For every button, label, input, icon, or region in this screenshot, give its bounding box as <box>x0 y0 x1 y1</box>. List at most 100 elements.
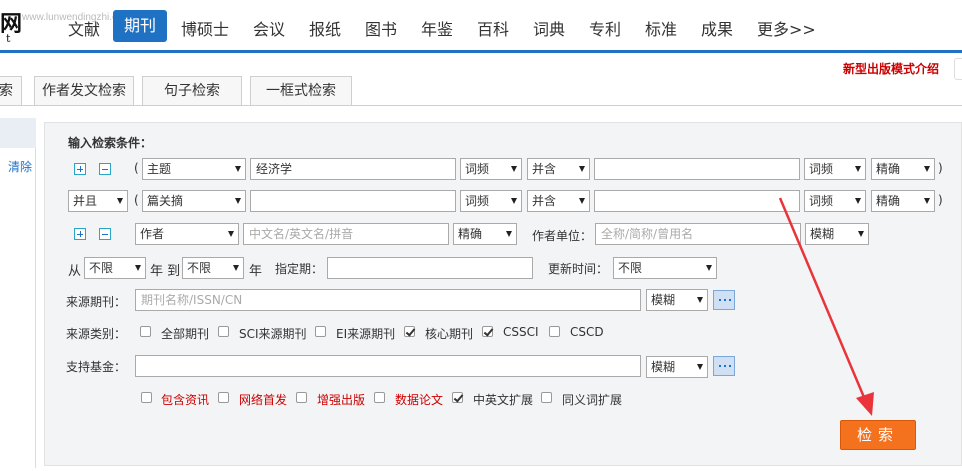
paren-close: ) <box>938 161 943 175</box>
keyword-input-1b[interactable] <box>594 158 800 180</box>
remove-row-icon[interactable] <box>99 163 111 175</box>
form-title: 输入检索条件： <box>68 136 153 150</box>
freq-select-2a[interactable]: 词频 <box>460 190 522 212</box>
field-select-1[interactable]: 主题 <box>142 158 246 180</box>
update-time-select-value: 不限 <box>618 261 643 275</box>
chevron-down-icon <box>135 265 141 271</box>
search-button[interactable]: 检索 <box>840 420 916 450</box>
keyword-input-2[interactable] <box>250 190 456 212</box>
author-unit-match-select[interactable]: 模糊 <box>805 223 869 245</box>
from-label: 从 <box>68 264 82 279</box>
category-checkbox-core[interactable] <box>404 326 415 337</box>
match-select-2[interactable]: 精确 <box>871 190 935 212</box>
update-time-select[interactable]: 不限 <box>613 257 717 279</box>
add-author-row-icon[interactable] <box>74 228 86 240</box>
nav-item-qikan-active[interactable]: 期刊 <box>113 10 167 42</box>
freq-select-1a-value: 词频 <box>465 162 490 176</box>
category-label-all: 全部期刊 <box>161 327 210 341</box>
operator-select-1-value: 并含 <box>532 162 557 176</box>
source-journal-match-select[interactable]: 模糊 <box>646 289 708 311</box>
tab-one-box-search[interactable]: 一框式检索 <box>250 76 352 106</box>
year-to-select-value: 不限 <box>187 261 212 275</box>
option-checkbox-online-first[interactable] <box>218 392 229 403</box>
operator-select-2[interactable]: 并含 <box>527 190 590 212</box>
keyword-input-2b[interactable] <box>594 190 800 212</box>
add-row-icon[interactable] <box>74 163 86 175</box>
option-label-cn-en: 中英文扩展 <box>473 393 534 407</box>
paren-open: ( <box>134 193 139 207</box>
nav-item-zhuanli[interactable]: 专利 <box>589 16 621 40</box>
option-checkbox-cn-en[interactable] <box>452 392 463 403</box>
author-unit-input[interactable]: 全称/简称/曾用名 <box>595 223 801 245</box>
nav-item-more[interactable]: 更多>> <box>757 16 816 40</box>
nav-item-wenxian[interactable]: 文献 <box>68 16 100 40</box>
operator-select-1[interactable]: 并含 <box>527 158 590 180</box>
author-unit-label: 作者单位： <box>532 229 593 243</box>
clear-link[interactable]: 清除 <box>8 158 32 175</box>
fund-input[interactable] <box>135 355 641 377</box>
operator-select-2-value: 并含 <box>532 194 557 208</box>
author-name-input[interactable]: 中文名/英文名/拼音 <box>243 223 449 245</box>
year-from-select[interactable]: 不限 <box>84 257 146 279</box>
tab-author-search[interactable]: 作者发文检索 <box>34 76 134 106</box>
option-label-synonym: 同义词扩展 <box>562 393 623 407</box>
nav-item-cidian[interactable]: 词典 <box>533 16 565 40</box>
option-checkbox-synonym[interactable] <box>541 392 552 403</box>
option-checkbox-enhanced[interactable] <box>296 392 307 403</box>
freq-select-1a[interactable]: 词频 <box>460 158 522 180</box>
nav-item-chengguo[interactable]: 成果 <box>701 16 733 40</box>
new-publishing-link[interactable]: 新型出版模式介绍 <box>843 60 939 77</box>
chevron-down-icon <box>511 198 517 204</box>
year-to-select[interactable]: 不限 <box>182 257 244 279</box>
keyword-input-1[interactable]: 经济学 <box>250 158 456 180</box>
chevron-down-icon <box>697 297 703 303</box>
nav-item-nianjian[interactable]: 年鉴 <box>421 16 453 40</box>
paren-close: ) <box>938 193 943 207</box>
match-select-1-value: 精确 <box>876 162 901 176</box>
option-checkbox-data-paper[interactable] <box>374 392 385 403</box>
logo-glyph: 网 <box>0 11 23 37</box>
fund-match-select[interactable]: 模糊 <box>646 356 708 378</box>
logic-select-2-value: 并且 <box>73 194 98 208</box>
category-checkbox-ei[interactable] <box>315 326 326 337</box>
freq-select-2b[interactable]: 词频 <box>804 190 866 212</box>
field-select-2[interactable]: 篇关摘 <box>142 190 246 212</box>
tab-sentence-search[interactable]: 句子检索 <box>142 76 242 106</box>
nav-item-boshuoshi[interactable]: 博硕士 <box>181 16 229 40</box>
nav-item-huiyi[interactable]: 会议 <box>253 16 285 40</box>
top-navigation-bar: 网 t www.lunwendingzhi.com 文献 期刊 博硕士 会议 报… <box>0 0 962 52</box>
nav-item-baike[interactable]: 百科 <box>477 16 509 40</box>
year-to-label: 年 到 <box>150 264 181 279</box>
category-checkbox-cscd[interactable] <box>549 326 560 337</box>
fund-picker-button[interactable] <box>713 356 735 376</box>
left-panel-selected-item[interactable] <box>0 118 36 148</box>
option-label-online-first: 网络首发 <box>239 393 288 407</box>
match-select-1[interactable]: 精确 <box>871 158 935 180</box>
author-match-select[interactable]: 精确 <box>453 223 517 245</box>
author-field-select[interactable]: 作者 <box>135 223 239 245</box>
source-journal-match-value: 模糊 <box>651 293 676 307</box>
chevron-down-icon <box>706 265 712 271</box>
source-category-label: 来源类别： <box>66 327 127 341</box>
tab-partial-label: 索 <box>0 83 13 99</box>
option-label-news: 包含资讯 <box>161 393 210 407</box>
tab-partial-left[interactable]: 索 <box>0 76 22 106</box>
journal-picker-button[interactable] <box>713 290 735 310</box>
remove-author-row-icon[interactable] <box>99 228 111 240</box>
source-journal-input[interactable]: 期刊名称/ISSN/CN <box>135 289 641 311</box>
option-label-data-paper: 数据论文 <box>395 393 444 407</box>
logic-select-2[interactable]: 并且 <box>68 190 128 212</box>
field-select-1-value: 主题 <box>147 162 172 176</box>
fund-match-value: 模糊 <box>651 360 676 374</box>
category-checkbox-sci[interactable] <box>218 326 229 337</box>
category-checkbox-all[interactable] <box>140 326 151 337</box>
category-checkbox-cssci[interactable] <box>482 326 493 337</box>
side-toggle-button[interactable] <box>954 58 962 80</box>
nav-item-baozhi[interactable]: 报纸 <box>309 16 341 40</box>
freq-select-1b[interactable]: 词频 <box>804 158 866 180</box>
chevron-down-icon <box>511 166 517 172</box>
option-checkbox-news[interactable] <box>141 392 152 403</box>
nav-item-biaozhun[interactable]: 标准 <box>645 16 677 40</box>
nav-item-tushu[interactable]: 图书 <box>365 16 397 40</box>
period-input[interactable] <box>327 257 533 279</box>
